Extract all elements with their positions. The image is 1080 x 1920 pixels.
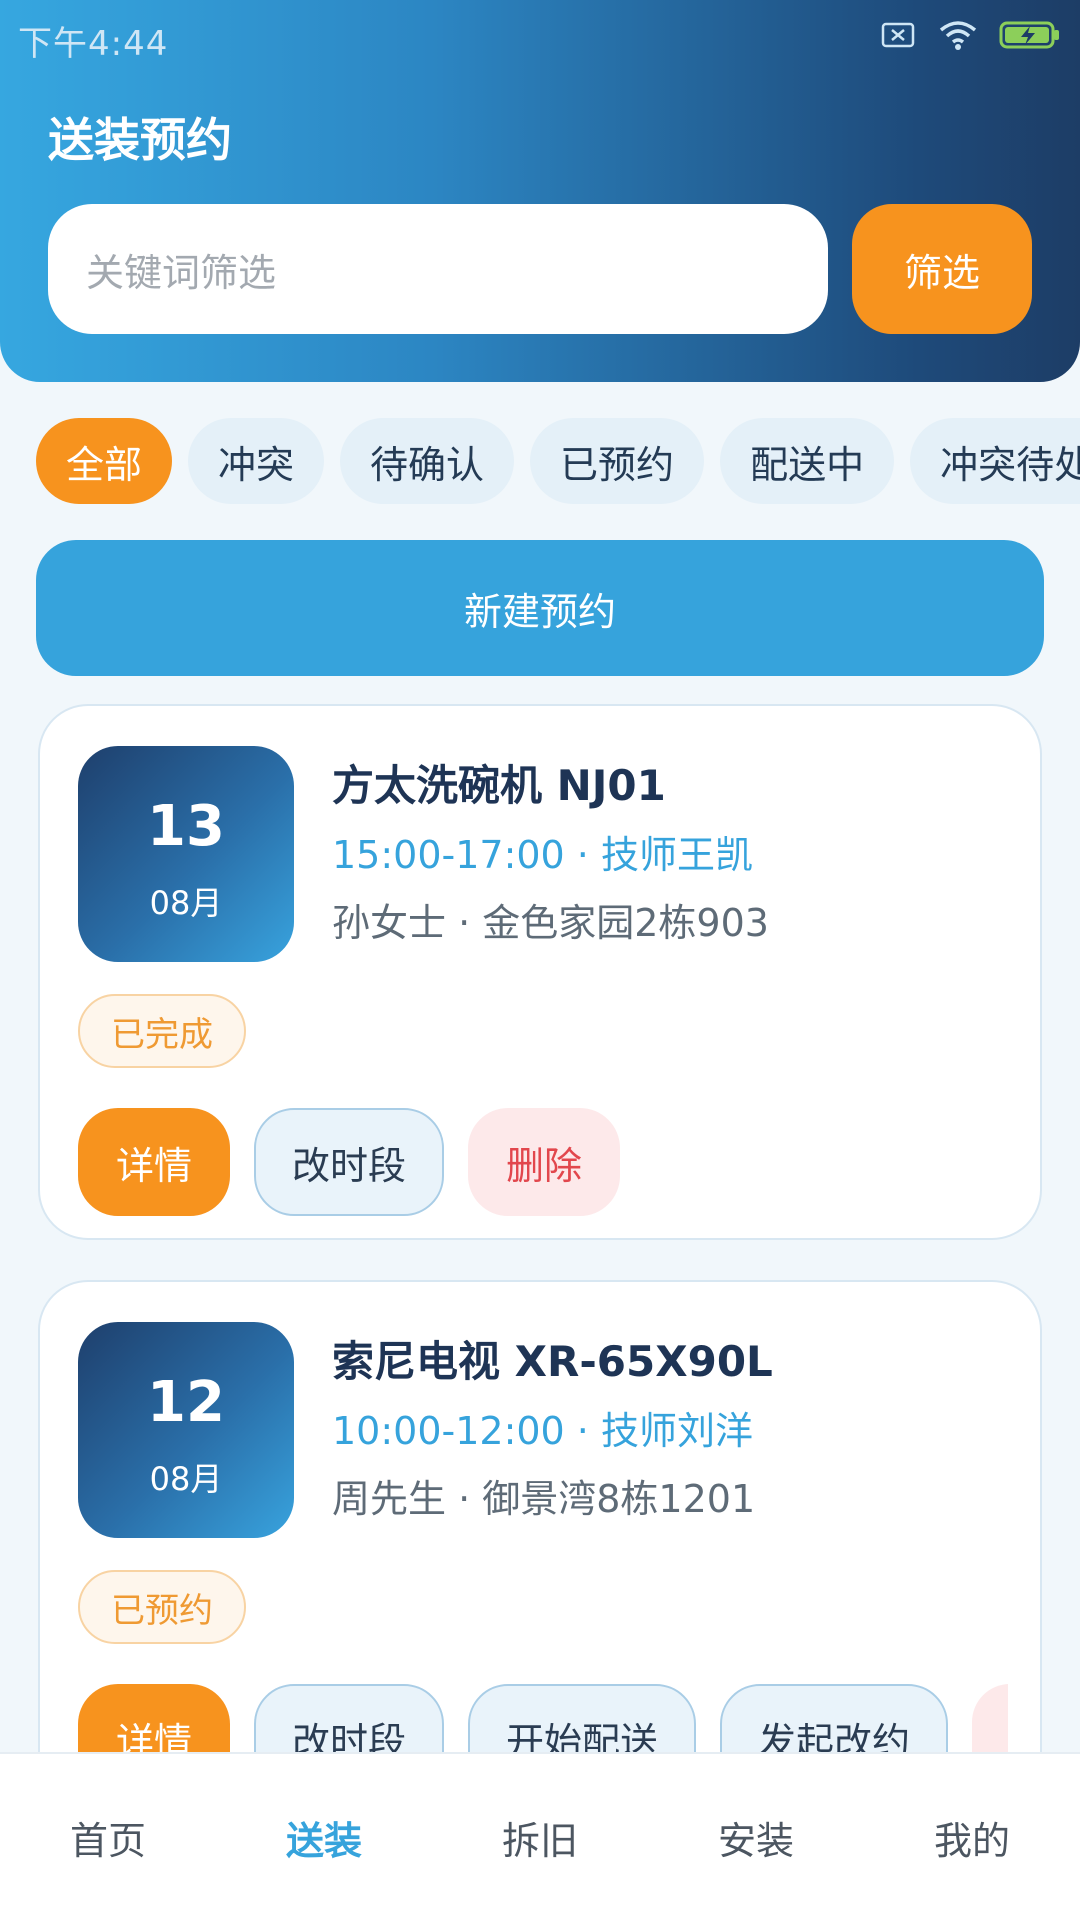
status-icons [878,18,1062,52]
tab-pending-confirm[interactable]: 待确认 [340,418,515,504]
appointment-card: 13 08月 方太洗碗机 NJ01 15:00-17:00 · 技师王凯 孙女士… [38,704,1042,1240]
filter-button[interactable]: 筛选 [852,204,1032,334]
nav-delivery-install[interactable]: 送装 [216,1754,432,1920]
nav-install[interactable]: 安装 [648,1754,864,1920]
time-technician: 15:00-17:00 · 技师王凯 [332,833,753,877]
product-title: 方太洗碗机 NJ01 [332,761,666,810]
detail-button[interactable]: 详情 [78,1108,231,1216]
page-title: 送装预约 [48,113,232,167]
header: 下午4:44 送装预约 关键词筛选 筛选 [0,0,1080,382]
date-badge: 12 08月 [78,1322,294,1538]
nav-home[interactable]: 首页 [0,1754,216,1920]
date-month: 08月 [149,1460,223,1498]
time-technician: 10:00-12:00 · 技师刘洋 [332,1409,753,1453]
battery-charging-icon [998,18,1062,52]
status-badge: 已预约 [78,1570,246,1644]
sim-absent-icon [878,18,918,52]
delete-button[interactable]: 删除 [468,1108,621,1216]
date-month: 08月 [149,884,223,922]
new-appointment-button[interactable]: 新建预约 [36,540,1044,676]
tab-conflict[interactable]: 冲突 [188,418,325,504]
tab-delivering[interactable]: 配送中 [720,418,895,504]
customer-address: 孙女士 · 金色家园2栋903 [332,901,769,945]
tab-booked[interactable]: 已预约 [530,418,705,504]
date-day: 12 [147,1370,225,1435]
status-tabs: 全部 冲突 待确认 已预约 配送中 冲突待处 [36,418,1080,504]
customer-address: 周先生 · 御景湾8栋1201 [332,1477,756,1521]
bottom-nav: 首页 送装 拆旧 安装 我的 [0,1752,1080,1920]
card-actions: 详情 改时段 删除 [78,1108,1008,1218]
nav-removal[interactable]: 拆旧 [432,1754,648,1920]
tab-conflict-pending[interactable]: 冲突待处 [910,418,1080,504]
product-title: 索尼电视 XR-65X90L [332,1337,773,1386]
wifi-icon [938,18,978,52]
nav-mine[interactable]: 我的 [864,1754,1080,1920]
reschedule-button[interactable]: 改时段 [254,1108,445,1216]
date-day: 13 [147,794,225,859]
tab-all[interactable]: 全部 [36,418,173,504]
status-time: 下午4:44 [18,24,169,64]
status-badge: 已完成 [78,994,246,1068]
search-input[interactable]: 关键词筛选 [48,204,828,334]
date-badge: 13 08月 [78,746,294,962]
